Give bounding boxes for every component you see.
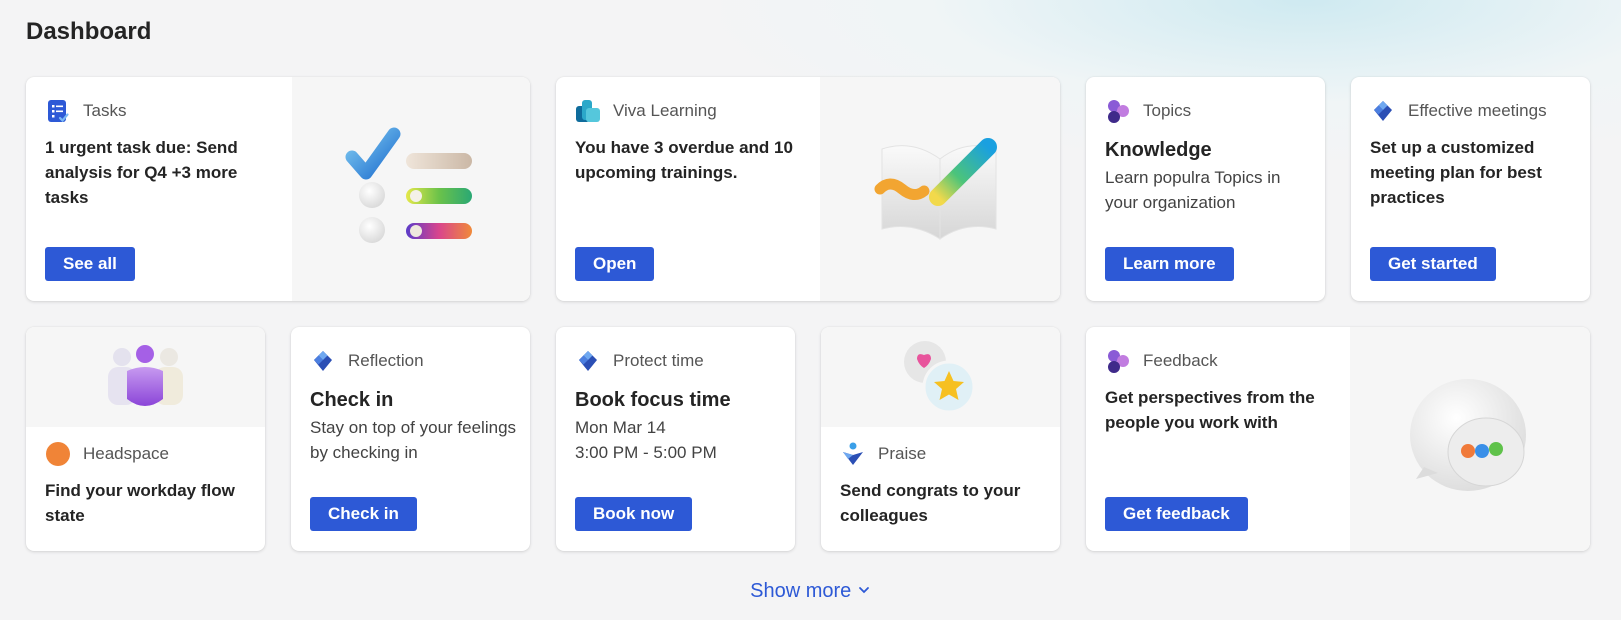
praise-label: Praise (878, 444, 927, 463)
protect-time-card[interactable]: Protect time Book focus time Mon Mar 14 … (556, 327, 795, 551)
tasks-illustration (292, 77, 530, 301)
headspace-text: Find your workday flow state (45, 481, 235, 525)
page-title: Dashboard (26, 18, 152, 45)
tasks-card[interactable]: Tasks 1 urgent task due: Send analysis f… (26, 77, 530, 301)
praise-text: Send congrats to your colleagues (840, 481, 1021, 525)
tasks-text: 1 urgent task due: Send analysis for Q4 … (45, 138, 238, 207)
feedback-label: Feedback (1143, 351, 1218, 370)
feedback-illustration (1350, 327, 1590, 551)
viva-learning-icon (575, 98, 601, 124)
headspace-card[interactable]: Headspace Find your workday flow state (26, 327, 265, 551)
feedback-text: Get perspectives from the people you wor… (1105, 388, 1315, 432)
get-started-button[interactable]: Get started (1370, 247, 1496, 281)
show-more-label: Show more (750, 580, 852, 603)
topics-label: Topics (1143, 101, 1192, 120)
topics-icon (1105, 348, 1131, 374)
protect-time-label: Protect time (613, 351, 704, 370)
reflection-card[interactable]: Reflection Check in Stay on top of your … (291, 327, 530, 551)
protect-time-heading: Book focus time (575, 389, 731, 411)
viva-insights-icon (1370, 98, 1396, 124)
praise-card[interactable]: Praise Send congrats to your colleagues (821, 327, 1060, 551)
chevron-down-icon (857, 580, 871, 602)
effective-meetings-card[interactable]: Effective meetings Set up a customized m… (1351, 77, 1590, 301)
viva-learning-illustration (820, 77, 1060, 301)
praise-icon (840, 441, 866, 467)
see-all-button[interactable]: See all (45, 247, 135, 281)
topics-text: Learn populra Topics in your organizatio… (1105, 168, 1281, 212)
feedback-card[interactable]: Feedback Get perspectives from the peopl… (1086, 327, 1590, 551)
viva-learning-text: You have 3 overdue and 10 upcoming train… (575, 138, 793, 182)
viva-insights-icon (575, 348, 601, 374)
open-button[interactable]: Open (575, 247, 655, 281)
reflection-heading: Check in (310, 389, 394, 411)
reflection-label: Reflection (348, 351, 424, 370)
protect-time-time: 3:00 PM - 5:00 PM (575, 443, 717, 462)
tasks-checklist-icon (45, 98, 71, 124)
headspace-icon (45, 441, 71, 467)
learn-more-button[interactable]: Learn more (1105, 247, 1234, 281)
topics-card[interactable]: Topics Knowledge Learn populra Topics in… (1086, 77, 1325, 301)
topics-heading: Knowledge (1105, 139, 1212, 161)
show-more-link[interactable]: Show more (0, 580, 1621, 603)
viva-learning-label: Viva Learning (613, 101, 717, 120)
book-now-button[interactable]: Book now (575, 497, 693, 531)
check-in-button[interactable]: Check in (310, 497, 417, 531)
tasks-label: Tasks (83, 101, 127, 120)
praise-illustration (821, 327, 1060, 427)
protect-time-date: Mon Mar 14 (575, 418, 666, 437)
headspace-label: Headspace (83, 444, 170, 463)
viva-learning-card[interactable]: Viva Learning You have 3 overdue and 10 … (556, 77, 1060, 301)
headspace-illustration (26, 327, 265, 427)
effective-meetings-label: Effective meetings (1408, 101, 1547, 120)
reflection-text: Stay on top of your feelings by checking… (310, 418, 517, 462)
viva-insights-icon (310, 348, 336, 374)
get-feedback-button[interactable]: Get feedback (1105, 497, 1248, 531)
effective-meetings-text: Set up a customized meeting plan for bes… (1370, 138, 1542, 207)
topics-icon (1105, 98, 1131, 124)
